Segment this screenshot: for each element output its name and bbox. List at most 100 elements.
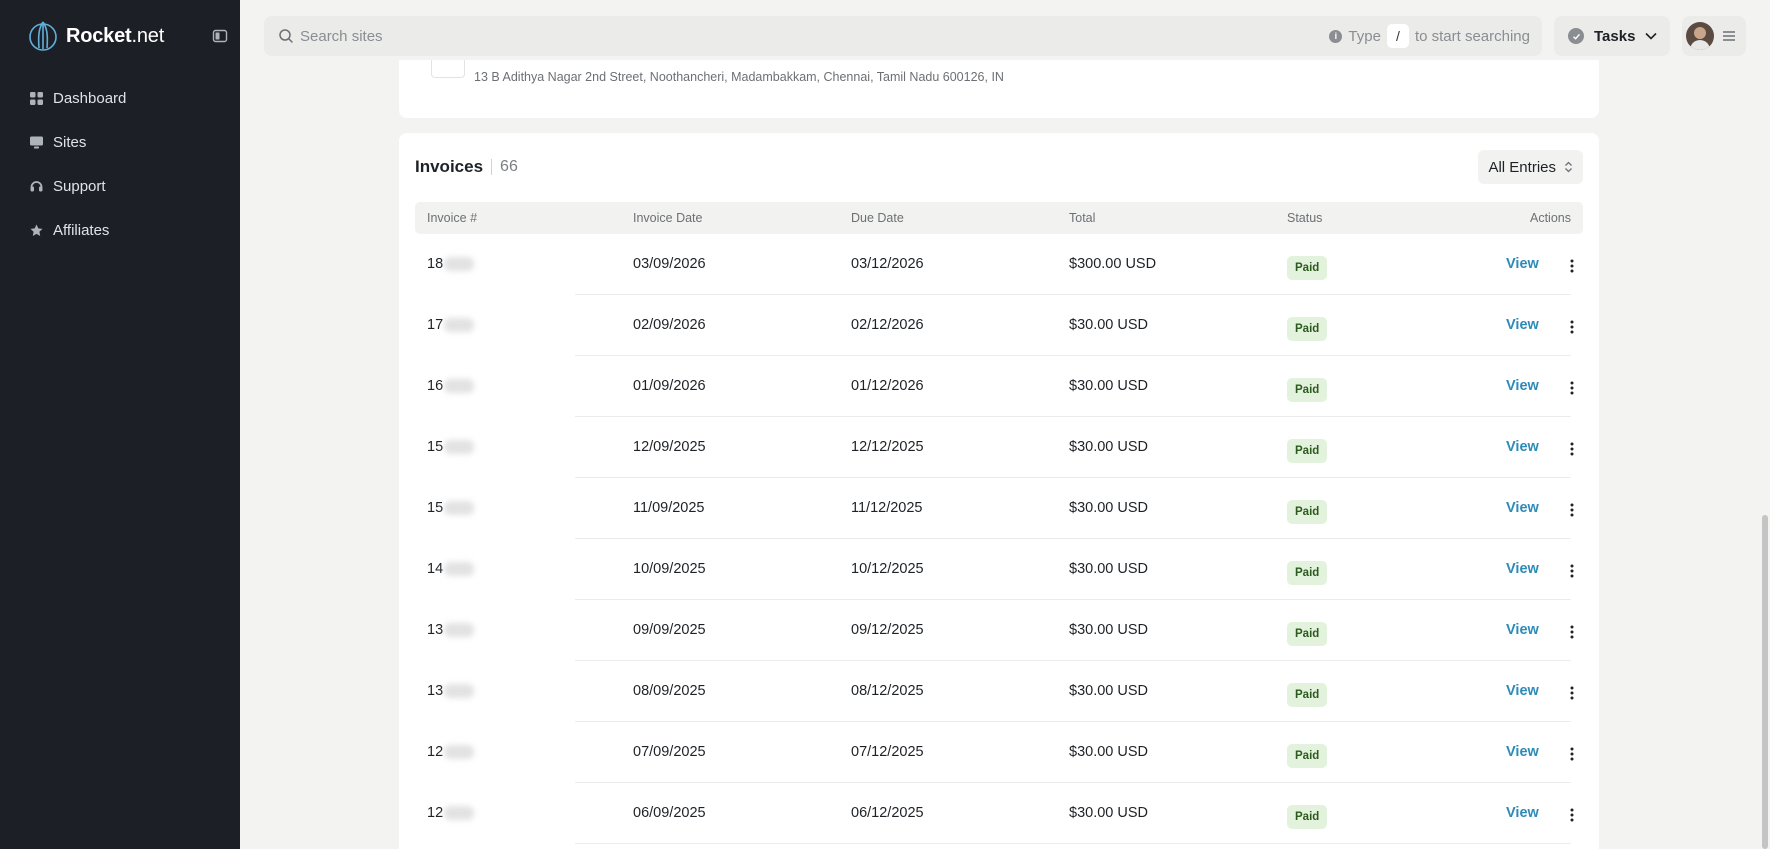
column-header-due-date[interactable]: Due Date xyxy=(851,211,904,225)
sidebar-item-dashboard[interactable]: Dashboard xyxy=(0,76,240,120)
sidebar-nav: Dashboard Sites Support Affiliates xyxy=(0,76,240,252)
view-invoice-link[interactable]: View xyxy=(1506,256,1539,272)
sidebar-item-support[interactable]: Support xyxy=(0,164,240,208)
due-date: 07/12/2025 xyxy=(851,744,924,760)
more-actions-button[interactable] xyxy=(1562,256,1582,276)
column-header-invoice-number[interactable]: Invoice # xyxy=(427,211,477,225)
more-actions-button[interactable] xyxy=(1562,744,1582,764)
status-badge: Paid xyxy=(1287,378,1328,402)
column-header-status[interactable]: Status xyxy=(1287,211,1322,225)
brand[interactable]: Rocket.net xyxy=(28,18,164,54)
invoice-date: 03/09/2026 xyxy=(633,256,706,272)
sidebar-collapse-icon[interactable] xyxy=(212,28,228,44)
hint-prefix: Type xyxy=(1348,27,1381,45)
view-invoice-link[interactable]: View xyxy=(1506,622,1539,638)
due-date: 09/12/2025 xyxy=(851,622,924,638)
due-date: 08/12/2025 xyxy=(851,683,924,699)
more-actions-button[interactable] xyxy=(1562,561,1582,581)
search-bar[interactable]: i Type / to start searching xyxy=(264,16,1542,56)
redacted-digits xyxy=(444,379,475,393)
status-badge: Paid xyxy=(1287,256,1328,280)
view-invoice-link[interactable]: View xyxy=(1506,439,1539,455)
status-badge: Paid xyxy=(1287,622,1328,646)
redacted-digits xyxy=(444,318,475,332)
address-icon-box xyxy=(431,60,465,78)
monitor-icon xyxy=(30,136,43,148)
invoice-total: $300.00 USD xyxy=(1069,256,1157,272)
more-vertical-icon xyxy=(1570,442,1574,456)
view-invoice-link[interactable]: View xyxy=(1506,378,1539,394)
table-row: 18 03/09/2026 03/12/2026 $300.00 USD Paid Vie… xyxy=(415,234,1583,295)
column-header-invoice-date[interactable]: Invoice Date xyxy=(633,211,702,225)
search-icon xyxy=(279,29,293,43)
view-invoice-link[interactable]: View xyxy=(1506,561,1539,577)
invoice-total: $30.00 USD xyxy=(1069,500,1148,516)
billing-address-card: 13 B Adithya Nagar 2nd Street, Noothanch… xyxy=(399,60,1599,118)
rocket-logo-icon xyxy=(29,21,57,51)
more-vertical-icon xyxy=(1570,564,1574,578)
shortcut-key: / xyxy=(1386,24,1409,48)
invoice-date: 09/09/2025 xyxy=(633,622,706,638)
more-actions-button[interactable] xyxy=(1562,317,1582,337)
view-invoice-link[interactable]: View xyxy=(1506,683,1539,699)
table-row: 15 12/09/2025 12/12/2025 $30.00 USD Paid View xyxy=(415,417,1583,478)
invoice-number: 15 xyxy=(427,500,475,516)
column-header-actions: Actions xyxy=(1530,211,1571,225)
redacted-digits xyxy=(444,806,475,820)
invoice-date: 12/09/2025 xyxy=(633,439,706,455)
view-invoice-link[interactable]: View xyxy=(1506,317,1539,333)
menu-icon xyxy=(1723,31,1735,41)
status-badge: Paid xyxy=(1287,683,1328,707)
more-vertical-icon xyxy=(1570,686,1574,700)
due-date: 12/12/2025 xyxy=(851,439,924,455)
view-invoice-link[interactable]: View xyxy=(1506,744,1539,760)
status-badge: Paid xyxy=(1287,805,1328,829)
table-row: 13 08/09/2025 08/12/2025 $30.00 USD Paid View xyxy=(415,661,1583,722)
more-actions-button[interactable] xyxy=(1562,439,1582,459)
invoices-count: 66 xyxy=(500,158,518,175)
more-actions-button[interactable] xyxy=(1562,378,1582,398)
profile-menu-button[interactable] xyxy=(1682,16,1746,56)
sidebar-item-affiliates[interactable]: Affiliates xyxy=(0,208,240,252)
status-badge: Paid xyxy=(1287,744,1328,768)
invoice-date: 10/09/2025 xyxy=(633,561,706,577)
invoice-total: $30.00 USD xyxy=(1069,744,1148,760)
table-header: Invoice # Invoice Date Due Date Total St… xyxy=(415,202,1583,234)
invoice-number: 17 xyxy=(427,317,475,333)
invoices-header: Invoices 66 xyxy=(415,150,518,184)
brand-name: Rocket.net xyxy=(66,24,165,47)
more-actions-button[interactable] xyxy=(1562,805,1582,825)
redacted-digits xyxy=(444,623,475,637)
invoice-number: 13 xyxy=(427,683,475,699)
invoice-number: 16 xyxy=(427,378,475,394)
more-vertical-icon xyxy=(1570,625,1574,639)
tasks-button[interactable]: Tasks xyxy=(1554,16,1670,56)
tasks-label: Tasks xyxy=(1594,27,1636,45)
sidebar-item-sites[interactable]: Sites xyxy=(0,120,240,164)
redacted-digits xyxy=(444,745,475,759)
due-date: 10/12/2025 xyxy=(851,561,924,577)
search-hint: i Type / to start searching xyxy=(1329,16,1530,56)
info-icon: i xyxy=(1329,29,1343,43)
page-scrollbar[interactable] xyxy=(1762,515,1768,849)
column-header-total[interactable]: Total xyxy=(1069,211,1095,225)
search-input[interactable] xyxy=(300,16,1200,56)
sidebar: Rocket.net Dashboard Sites Support Affil… xyxy=(0,0,240,849)
sort-chevrons-icon xyxy=(1565,161,1572,173)
invoice-total: $30.00 USD xyxy=(1069,317,1148,333)
sidebar-item-label: Dashboard xyxy=(53,89,127,107)
more-actions-button[interactable] xyxy=(1562,683,1582,703)
more-actions-button[interactable] xyxy=(1562,500,1582,520)
headset-icon xyxy=(30,180,43,191)
table-row: 12 07/09/2025 07/12/2025 $30.00 USD Paid View xyxy=(415,722,1583,783)
view-invoice-link[interactable]: View xyxy=(1506,500,1539,516)
invoices-card: Invoices 66 All Entries Invoice # Invoic… xyxy=(399,133,1599,849)
view-invoice-link[interactable]: View xyxy=(1506,805,1539,821)
more-actions-button[interactable] xyxy=(1562,622,1582,642)
entries-filter-select[interactable]: All Entries xyxy=(1478,150,1583,184)
invoice-number: 15 xyxy=(427,439,475,455)
more-vertical-icon xyxy=(1570,503,1574,517)
redacted-digits xyxy=(444,501,475,515)
entries-filter-label: All Entries xyxy=(1488,158,1556,176)
grid-icon xyxy=(30,91,43,105)
